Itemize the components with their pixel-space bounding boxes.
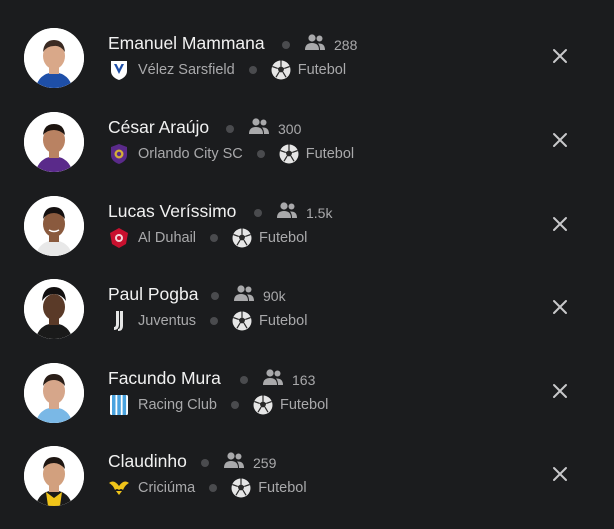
followers-count: 259 [253, 454, 277, 471]
criciuma-logo [108, 477, 130, 499]
soccer-ball-icon [231, 478, 251, 498]
avatar [24, 196, 84, 256]
list-item[interactable]: Emanuel Mammana 288 Vélez Sarsfield Fute… [0, 28, 614, 111]
sport-name[interactable]: Futebol [298, 62, 346, 78]
followers-info: 288 [282, 34, 357, 55]
team-sport-info: Racing Club Futebol [108, 393, 328, 417]
racing-club-logo [108, 394, 130, 416]
list-item[interactable]: Lucas Veríssimo 1.5k Al Duhail Futebol [0, 196, 614, 279]
player-name[interactable]: Claudinho [108, 450, 187, 472]
list-item[interactable]: César Araújo 300 Orlando City SC Futebol [0, 112, 614, 195]
list-item[interactable]: Facundo Mura 163 Racing Club Futebol [0, 363, 614, 446]
soccer-ball-icon [253, 395, 273, 415]
soccer-ball-icon [232, 228, 252, 248]
separator-dot [209, 484, 218, 492]
list-item[interactable]: Claudinho 259 Criciúma Futebol [0, 446, 614, 529]
team-name[interactable]: Criciúma [138, 480, 195, 496]
separator-dot [201, 458, 209, 467]
followers-count: 90k [263, 287, 286, 304]
avatar [24, 446, 84, 506]
separator-dot [226, 124, 234, 133]
followers-count: 300 [278, 120, 302, 137]
sport-name[interactable]: Futebol [259, 230, 307, 246]
separator-dot [231, 401, 239, 409]
separator-dot [210, 234, 219, 242]
separator-dot [248, 66, 257, 74]
people-icon [276, 202, 298, 223]
sport-name[interactable]: Futebol [280, 397, 328, 413]
close-icon[interactable] [550, 464, 570, 484]
orlando-city-logo [108, 143, 130, 165]
soccer-ball-icon [232, 311, 252, 331]
people-icon [248, 118, 270, 139]
list-item[interactable]: Paul Pogba 90k Juventus Futebol [0, 279, 614, 362]
team-name[interactable]: Orlando City SC [138, 146, 243, 162]
people-icon [262, 369, 284, 390]
player-name[interactable]: Paul Pogba [108, 283, 199, 305]
sport-name[interactable]: Futebol [258, 480, 306, 496]
avatar [24, 279, 84, 339]
close-icon[interactable] [550, 297, 570, 317]
people-icon [223, 452, 245, 473]
separator-dot [240, 375, 248, 384]
al-duhail-logo [108, 227, 130, 249]
juventus-logo [108, 310, 130, 332]
separator-dot [256, 150, 265, 158]
people-icon [304, 34, 326, 55]
sport-name[interactable]: Futebol [306, 146, 354, 162]
team-name[interactable]: Racing Club [138, 397, 217, 413]
avatar [24, 363, 84, 423]
player-name[interactable]: Emanuel Mammana [108, 32, 265, 54]
avatar [24, 28, 84, 88]
player-name[interactable]: Lucas Veríssimo [108, 200, 236, 222]
team-sport-info: Al Duhail Futebol [108, 226, 307, 250]
followers-info: 90k [211, 285, 286, 306]
player-name[interactable]: César Araújo [108, 116, 209, 138]
team-sport-info: Vélez Sarsfield Futebol [108, 58, 346, 82]
player-name[interactable]: Facundo Mura [108, 367, 221, 389]
followers-info: 163 [240, 369, 315, 390]
team-sport-info: Juventus Futebol [108, 309, 307, 333]
close-icon[interactable] [550, 214, 570, 234]
team-name[interactable]: Al Duhail [138, 230, 196, 246]
team-name[interactable]: Vélez Sarsfield [138, 62, 235, 78]
soccer-ball-icon [271, 60, 291, 80]
followers-info: 259 [201, 452, 276, 473]
sport-name[interactable]: Futebol [259, 313, 307, 329]
player-list: Emanuel Mammana 288 Vélez Sarsfield Fute… [0, 0, 614, 515]
velez-sarsfield-logo [108, 59, 130, 81]
separator-dot [282, 40, 290, 49]
people-icon [233, 285, 255, 306]
separator-dot [211, 291, 219, 300]
avatar [24, 112, 84, 172]
soccer-ball-icon [279, 144, 299, 164]
followers-count: 1.5k [306, 204, 333, 221]
separator-dot [210, 317, 219, 325]
team-sport-info: Orlando City SC Futebol [108, 142, 354, 166]
followers-count: 288 [334, 36, 358, 53]
close-icon[interactable] [550, 130, 570, 150]
team-sport-info: Criciúma Futebol [108, 476, 307, 500]
close-icon[interactable] [550, 46, 570, 66]
team-name[interactable]: Juventus [138, 313, 196, 329]
followers-info: 1.5k [254, 202, 332, 223]
followers-info: 300 [226, 118, 301, 139]
followers-count: 163 [292, 371, 316, 388]
close-icon[interactable] [550, 381, 570, 401]
separator-dot [254, 208, 262, 217]
